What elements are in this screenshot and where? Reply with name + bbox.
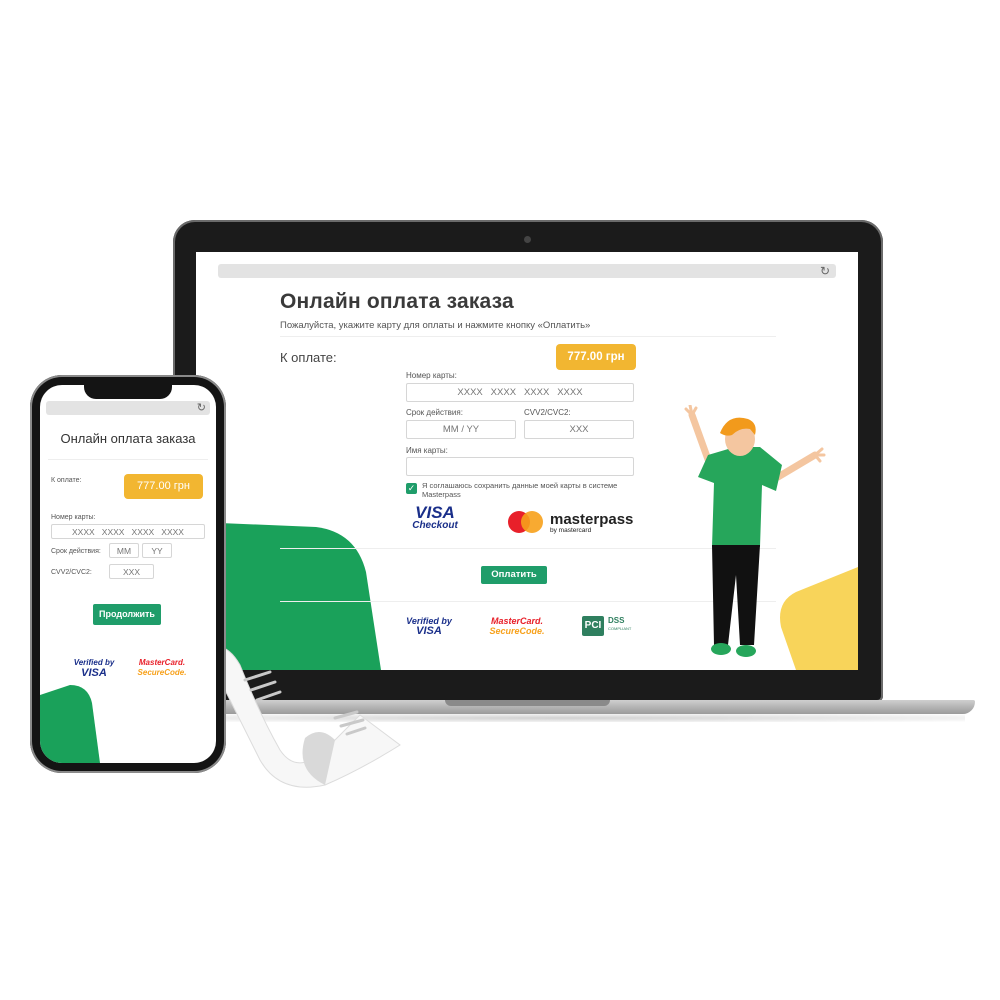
card-number-label: Номер карты: xyxy=(406,371,457,380)
save-card-checkbox[interactable]: ✓ xyxy=(406,483,417,494)
visa-checkout-line1: VISA xyxy=(415,503,455,522)
phone-expiry-year-input[interactable] xyxy=(142,543,172,558)
phone-amount-badge: 777.00 грн xyxy=(124,474,203,499)
msc-line2: SecureCode. xyxy=(489,626,545,636)
phone-card-number-input[interactable] xyxy=(51,524,205,539)
mastercard-orange-circle xyxy=(521,511,543,533)
card-number-input[interactable] xyxy=(406,383,634,402)
visa-checkout-line2: Checkout xyxy=(412,520,458,531)
cvv-label: CVV2/CVC2: xyxy=(524,408,571,417)
phone-notch xyxy=(84,385,172,399)
page-title: Онлайн оплата заказа xyxy=(280,290,514,313)
phone-msc-line1: MasterCard. xyxy=(138,658,186,667)
mastercard-securecode-badge: MasterCard. SecureCode. xyxy=(488,616,546,636)
phone-expiry-month-input[interactable] xyxy=(109,543,139,558)
cheering-person-illustration xyxy=(684,405,826,657)
continue-button[interactable]: Продолжить xyxy=(93,604,161,625)
reload-icon[interactable]: ↻ xyxy=(197,401,206,415)
reload-icon[interactable]: ↻ xyxy=(820,264,830,278)
checkmark-icon: ✓ xyxy=(407,483,416,493)
pci-box: PCI xyxy=(582,616,604,636)
card-name-label: Имя карты: xyxy=(406,446,448,455)
visa-checkout-logo[interactable]: VISA Checkout xyxy=(410,503,460,532)
pay-button[interactable]: Оплатить xyxy=(481,566,547,584)
expiry-input[interactable] xyxy=(406,420,516,439)
divider xyxy=(48,459,208,460)
phone-vbv-line2: VISA xyxy=(81,667,107,679)
divider xyxy=(280,336,776,337)
cvv-input[interactable] xyxy=(524,420,634,439)
phone-address-bar[interactable]: ↻ xyxy=(46,401,210,415)
expiry-label: Срок действия: xyxy=(406,408,463,417)
msc-line1: MasterCard. xyxy=(490,616,544,626)
phone-cvv-label: CVV2/CVC2: xyxy=(51,569,92,576)
phone-screen: ↻ Онлайн оплата заказа К оплате: 777.00 … xyxy=(40,385,216,763)
phone-green-shape xyxy=(40,685,100,763)
pci-dss-badge: PCI DSS COMPLIANT xyxy=(582,616,632,636)
pci-dss-text: DSS xyxy=(608,616,625,625)
phone-mastercard-securecode-badge: MasterCard. SecureCode. xyxy=(134,658,190,678)
amount-badge: 777.00 грн xyxy=(556,344,636,370)
phone-msc-line2: SecureCode. xyxy=(137,668,187,677)
phone-card-number-label: Номер карты: xyxy=(51,514,96,521)
page-subtitle: Пожалуйста, укажите карту для оплаты и н… xyxy=(280,320,591,331)
to-pay-label: К оплате: xyxy=(280,350,337,365)
masterpass-byline: by mastercard xyxy=(550,527,592,534)
webcam-icon xyxy=(524,236,531,243)
phone-expiry-label: Срок действия: xyxy=(51,548,101,555)
masterpass-wordmark: masterpass xyxy=(550,511,634,528)
card-name-input[interactable] xyxy=(406,457,634,476)
phone-cvv-input[interactable] xyxy=(109,564,154,579)
phone-to-pay-label: К оплате: xyxy=(51,477,82,484)
save-card-consent-text: Я соглашаюсь сохранить данные моей карты… xyxy=(422,481,618,499)
phone-page-title: Онлайн оплата заказа xyxy=(60,431,196,446)
laptop-hinge-notch xyxy=(445,700,610,706)
address-bar[interactable]: ↻ xyxy=(218,264,836,278)
pci-compliant-text: COMPLIANT xyxy=(608,626,632,631)
phone-verified-by-visa-badge: Verified by VISA xyxy=(68,658,120,679)
